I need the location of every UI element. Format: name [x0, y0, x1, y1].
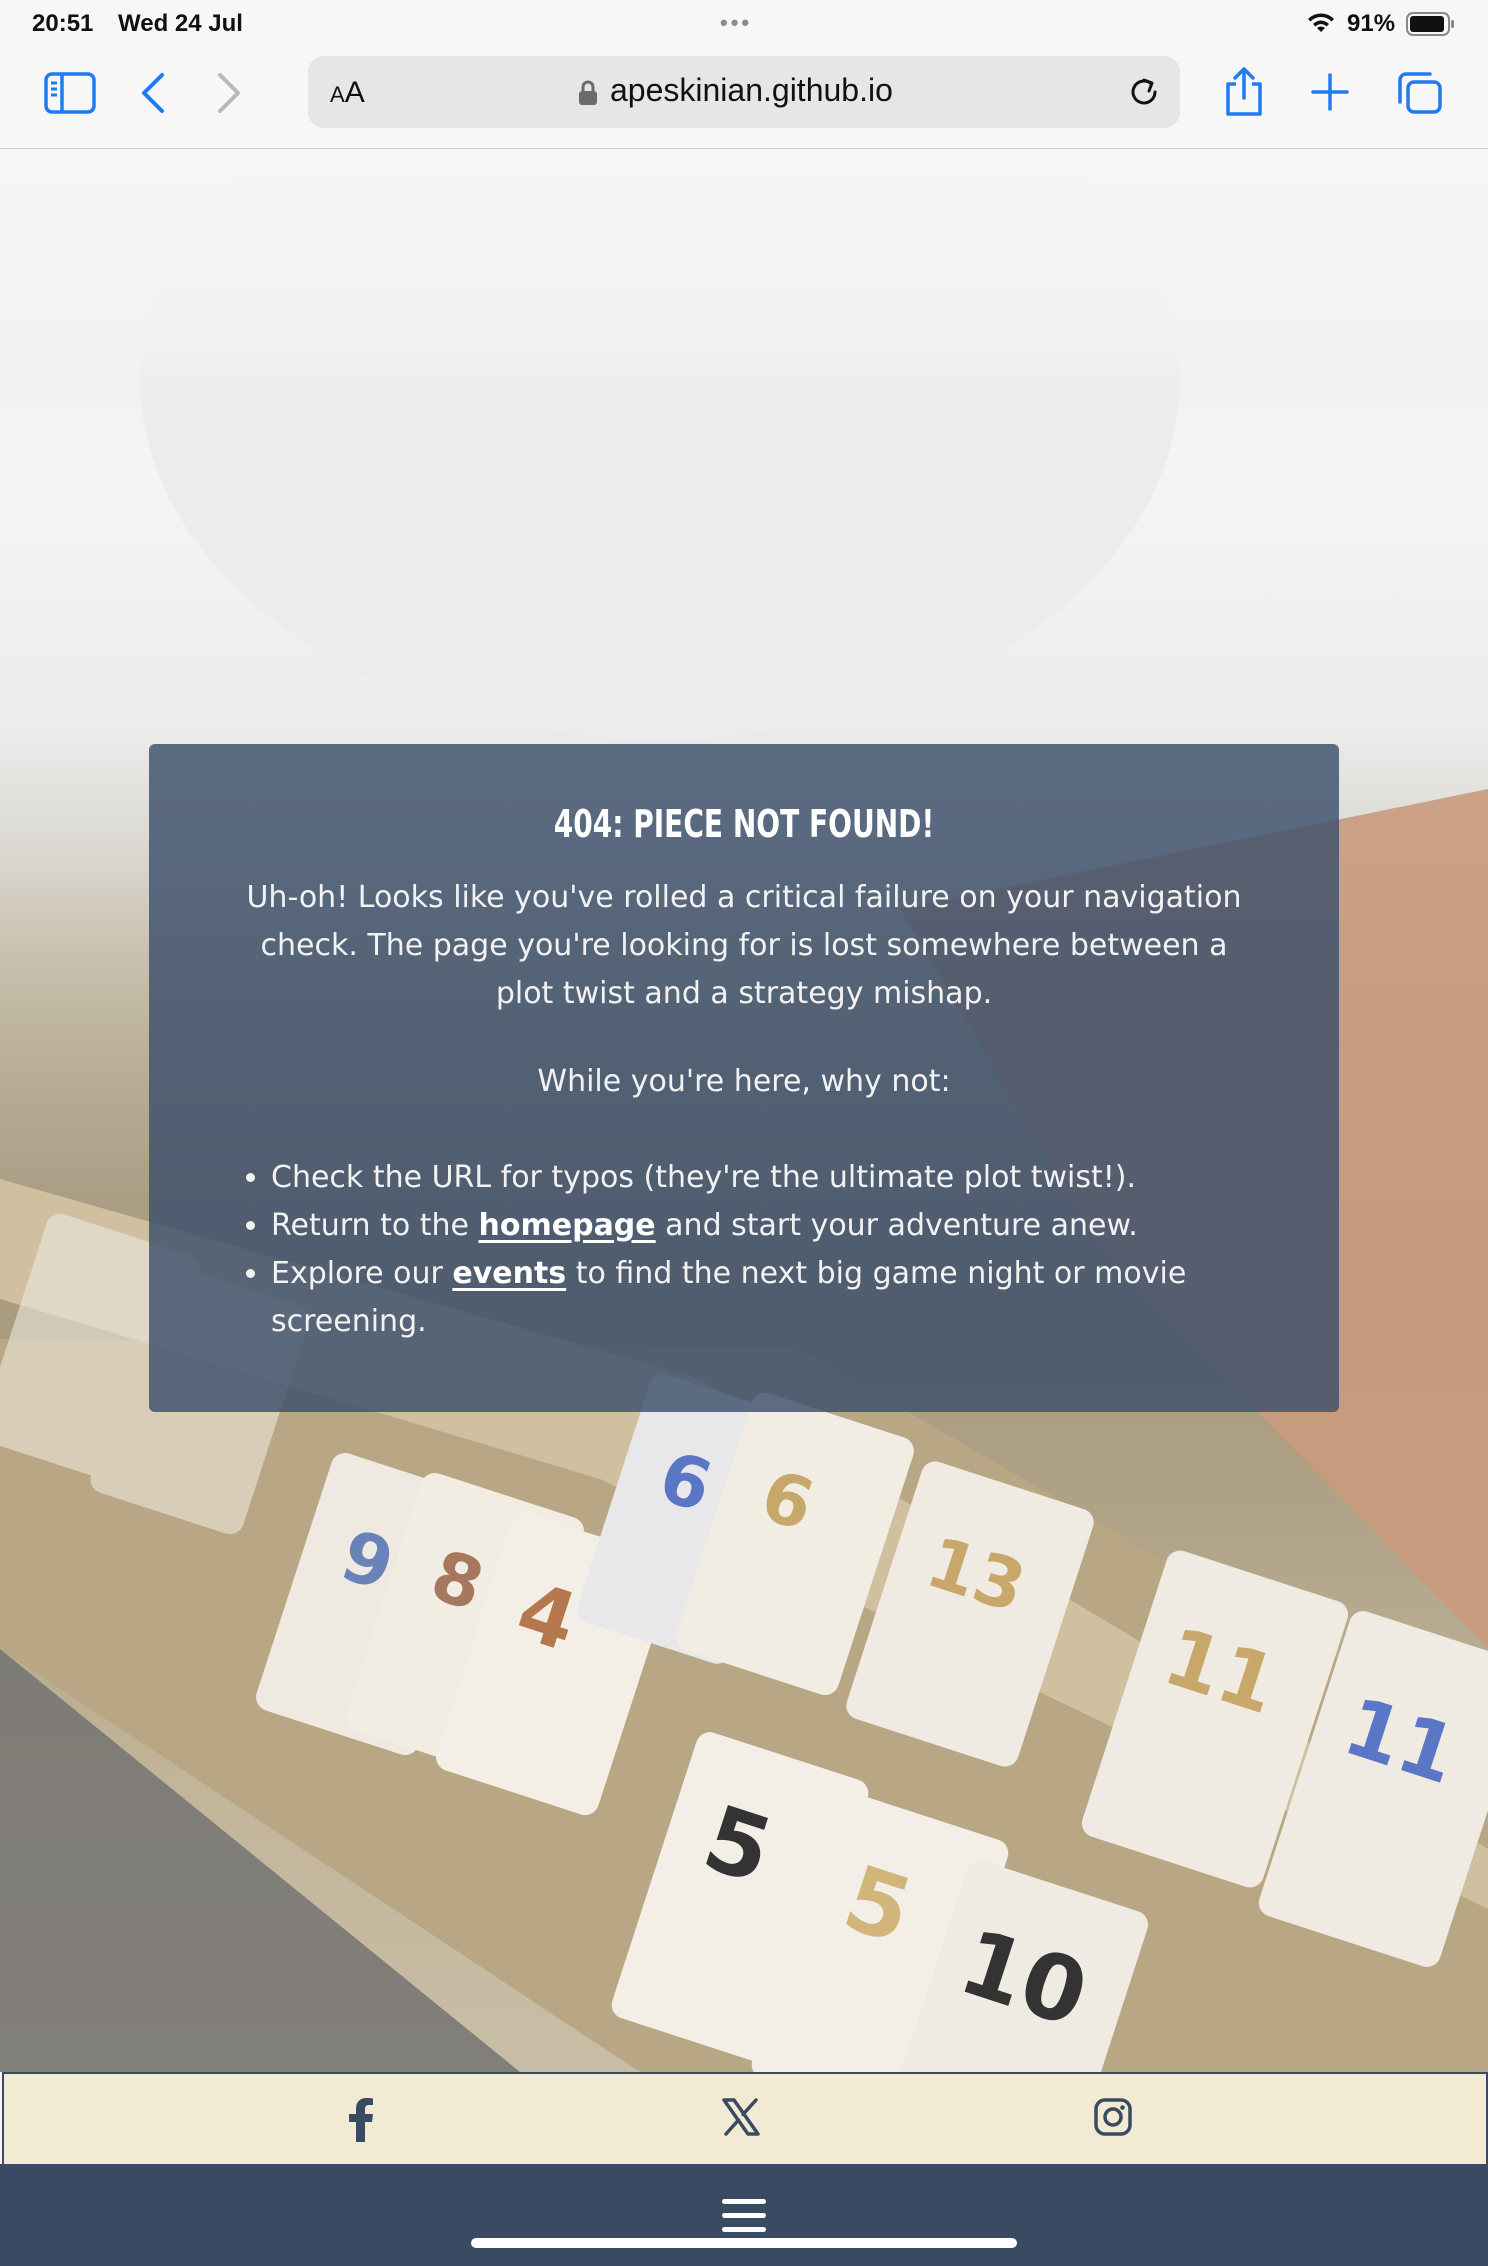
multitasking-dots-icon[interactable]: ••• — [720, 10, 752, 36]
status-time: 20:51 — [32, 10, 94, 37]
status-bar: 20:51 Wed 24 Jul ••• 91% — [0, 0, 1488, 46]
social-links-bar — [2, 2072, 1488, 2166]
instagram-icon[interactable] — [1094, 2098, 1132, 2136]
homepage-link[interactable]: homepage — [479, 1208, 656, 1243]
tabs-overview-icon[interactable] — [1396, 70, 1444, 116]
suggestion-text: Return to the — [271, 1208, 479, 1243]
list-item: Explore our events to find the next big … — [271, 1250, 1331, 1346]
list-item: Return to the homepage and start your ad… — [271, 1202, 1331, 1250]
suggestion-text: and start your adventure anew. — [655, 1208, 1138, 1243]
url-text: apeskinian.github.io — [610, 72, 893, 108]
list-item: Check the URL for typos (they're the ult… — [271, 1154, 1331, 1202]
new-tab-plus-icon[interactable] — [1310, 72, 1350, 112]
hamburger-menu-icon[interactable] — [721, 2198, 767, 2234]
suggestions-list: Check the URL for typos (they're the ult… — [229, 1154, 1331, 1346]
status-date: Wed 24 Jul — [118, 10, 243, 37]
browser-toolbar: AA apeskinian.github.io — [0, 46, 1488, 149]
suggestion-check-url: Check the URL for typos (they're the ult… — [271, 1160, 1137, 1195]
address-bar[interactable]: AA apeskinian.github.io — [308, 56, 1180, 128]
home-indicator[interactable] — [471, 2238, 1017, 2248]
reload-icon[interactable] — [1126, 74, 1162, 110]
events-link[interactable]: events — [452, 1256, 566, 1291]
x-icon[interactable] — [722, 2098, 760, 2136]
reader-options-button[interactable]: AA — [330, 76, 365, 110]
battery-percentage: 91% — [1347, 10, 1396, 37]
forward-chevron-icon[interactable] — [216, 72, 242, 114]
sidebar-toggle-icon[interactable] — [44, 72, 96, 114]
not-found-card: 404: PIECE NOT FOUND! Uh-oh! Looks like … — [149, 744, 1339, 1412]
wifi-icon — [1308, 13, 1334, 32]
suggestions-lead: While you're here, why not: — [537, 1064, 951, 1099]
share-icon[interactable] — [1222, 66, 1266, 118]
lock-icon — [579, 80, 597, 105]
bottom-navigation-bar — [0, 2164, 1488, 2266]
back-chevron-icon[interactable] — [140, 72, 166, 114]
error-title: 404: PIECE NOT FOUND! — [553, 802, 935, 846]
battery-icon — [1406, 12, 1454, 36]
suggestion-text: Explore our — [271, 1256, 453, 1291]
facebook-icon[interactable] — [348, 2098, 374, 2142]
error-intro-text: Uh-oh! Looks like you've rolled a critic… — [246, 880, 1242, 1011]
